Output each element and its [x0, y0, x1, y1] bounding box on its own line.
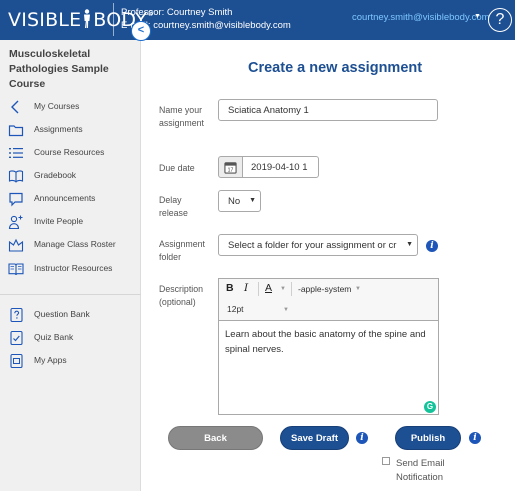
- editor-toolbar-row-2: 12pt ▼: [219, 299, 438, 321]
- sidebar-item-announcements[interactable]: Announcements: [0, 189, 141, 209]
- professor-name: Professor: Courtney Smith: [121, 7, 233, 18]
- sidebar-item-question-bank[interactable]: Question Bank: [0, 305, 141, 325]
- calendar-icon: 17: [224, 162, 237, 174]
- sidebar-item-label: Assignments: [34, 124, 83, 134]
- publish-info-icon[interactable]: i: [469, 432, 481, 444]
- sidebar-item-label: My Apps: [34, 355, 67, 365]
- collapse-sidebar-button[interactable]: <: [131, 21, 151, 41]
- sidebar-item-label: Announcements: [34, 193, 96, 203]
- name-label: Name your assignment: [159, 105, 204, 128]
- save-draft-info-icon[interactable]: i: [356, 432, 368, 444]
- due-date-label: Due date: [159, 163, 195, 173]
- sidebar-item-my-apps[interactable]: My Apps: [0, 351, 141, 371]
- folder-info-icon[interactable]: i: [426, 240, 438, 252]
- description-label: Description (optional): [159, 284, 204, 307]
- delay-release-select[interactable]: No ▼: [218, 190, 261, 212]
- sidebar-item-label: Instructor Resources: [34, 263, 113, 273]
- back-button[interactable]: Back: [168, 426, 263, 450]
- font-size-select[interactable]: 12pt: [227, 304, 244, 314]
- delay-release-value: No: [228, 196, 241, 207]
- delay-release-label: Delay release: [159, 195, 188, 218]
- list-icon: [9, 148, 23, 158]
- sidebar-item-invite-people[interactable]: Invite People: [0, 212, 141, 232]
- description-text[interactable]: Learn about the basic anatomy of the spi…: [225, 327, 435, 357]
- editor-toolbar-row-1: B I A ▼ -apple-system ▼: [219, 279, 438, 299]
- assignment-name-input[interactable]: Sciatica Anatomy 1: [218, 99, 438, 121]
- human-figure-icon: [84, 9, 91, 28]
- speech-bubble-icon: [9, 192, 23, 207]
- roster-icon: [8, 238, 24, 252]
- sidebar-item-quiz-bank[interactable]: Quiz Bank: [0, 328, 141, 348]
- sidebar-item-label: Quiz Bank: [34, 332, 74, 342]
- font-family-dropdown-icon[interactable]: ▼: [355, 286, 361, 292]
- sidebar-item-label: Manage Class Roster: [34, 239, 116, 249]
- quiz-check-icon: [10, 330, 23, 346]
- italic-button[interactable]: I: [244, 282, 248, 294]
- font-family-select[interactable]: -apple-system: [298, 284, 351, 294]
- chevron-left-icon: [11, 100, 19, 114]
- assignment-folder-value: Select a folder for your assignment or c…: [228, 240, 397, 251]
- sidebar-item-my-courses[interactable]: My Courses: [0, 97, 141, 117]
- due-date-input[interactable]: 2019-04-10 1: [242, 156, 319, 178]
- top-bar: VISIBLE BODY® Professor: Courtney Smith E…: [0, 0, 515, 40]
- bold-button[interactable]: B: [226, 282, 234, 294]
- user-menu[interactable]: courtney.smith@visiblebody.com: [352, 12, 490, 23]
- text-color-dropdown-icon[interactable]: ▼: [280, 286, 286, 292]
- app-icon: [10, 353, 23, 369]
- font-size-dropdown-icon[interactable]: ▼: [283, 307, 289, 313]
- save-draft-button[interactable]: Save Draft: [280, 426, 349, 450]
- calendar-button[interactable]: 17: [218, 156, 243, 178]
- open-book-icon: [8, 263, 24, 276]
- sidebar-item-label: Gradebook: [34, 170, 77, 180]
- help-button[interactable]: ?: [488, 8, 512, 32]
- calendar-day-number: 17: [228, 168, 234, 174]
- sidebar-item-assignments[interactable]: Assignments: [0, 120, 141, 140]
- course-title: Musculoskeletal Pathologies Sample Cours…: [9, 48, 109, 90]
- question-doc-icon: [10, 307, 23, 323]
- select-arrow-icon: ▼: [404, 241, 413, 248]
- grammarly-icon[interactable]: G: [424, 401, 436, 413]
- text-color-button[interactable]: A: [265, 282, 272, 294]
- user-menu-caret-icon[interactable]: ▼: [474, 13, 481, 20]
- sidebar: Musculoskeletal Pathologies Sample Cours…: [0, 40, 141, 491]
- publish-button[interactable]: Publish: [395, 426, 461, 450]
- page-title: Create a new assignment: [248, 60, 423, 76]
- book-icon: [8, 170, 24, 183]
- description-editor: B I A ▼ -apple-system ▼ 12pt ▼ Learn abo…: [218, 278, 439, 415]
- folder-icon: [8, 125, 24, 137]
- assignment-folder-select[interactable]: Select a folder for your assignment or c…: [218, 234, 418, 256]
- sidebar-item-instructor-resources[interactable]: Instructor Resources: [0, 259, 141, 279]
- add-person-icon: [8, 215, 23, 230]
- toolbar-divider: [291, 282, 292, 296]
- toolbar-divider: [258, 282, 259, 296]
- sidebar-item-course-resources[interactable]: Course Resources: [0, 143, 141, 163]
- assignment-folder-label: Assignment folder: [159, 239, 205, 262]
- logo-text-visible: VISIBLE: [8, 9, 82, 31]
- sidebar-divider: [0, 294, 141, 295]
- select-arrow-icon: ▼: [249, 197, 256, 204]
- sidebar-item-manage-class-roster[interactable]: Manage Class Roster: [0, 235, 141, 255]
- sidebar-item-gradebook[interactable]: Gradebook: [0, 166, 141, 186]
- send-email-label: Send Email Notification: [396, 458, 445, 483]
- sidebar-item-label: My Courses: [34, 101, 80, 111]
- sidebar-item-label: Question Bank: [34, 309, 90, 319]
- sidebar-item-label: Invite People: [34, 216, 84, 226]
- header-divider: [113, 3, 114, 36]
- sidebar-item-label: Course Resources: [34, 147, 105, 157]
- send-email-checkbox[interactable]: [382, 457, 390, 465]
